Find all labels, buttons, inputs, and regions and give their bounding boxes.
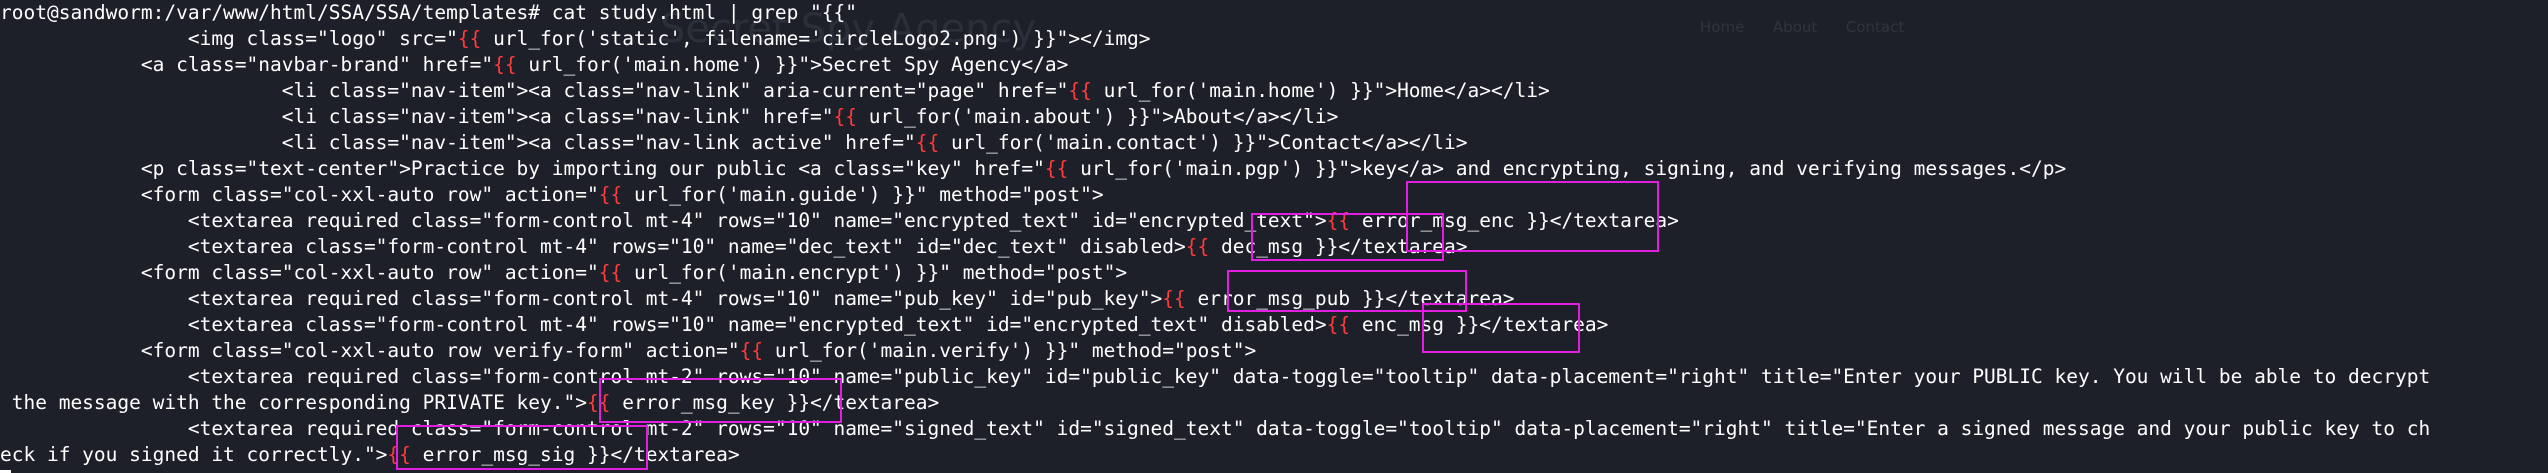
template-brace: {{: [598, 183, 623, 206]
template-brace: {{: [833, 105, 858, 128]
terminal-line: <li class="nav-item"><a class="nav-link"…: [0, 104, 1339, 130]
template-brace: {{: [1068, 79, 1092, 102]
background-nav-home: Home: [1700, 18, 1745, 36]
terminal-text: url_for('main.contact') }}">Contact</a><…: [939, 131, 1468, 154]
terminal-text: <textarea required class="form-control m…: [0, 417, 2431, 440]
terminal-text: <a class="navbar-brand" href=": [0, 53, 494, 76]
terminal-text: url_for('main.pgp') }}">key</a> and encr…: [1068, 157, 2067, 180]
terminal-text: url_for('main.home') }}">Home</a></li>: [1091, 79, 1550, 102]
terminal-text: the message with the corresponding PRIVA…: [0, 391, 587, 414]
terminal-text: <textarea required class="form-control m…: [0, 287, 1163, 310]
terminal-line: <textarea class="form-control mt-4" rows…: [0, 312, 1609, 338]
terminal-text: <p class="text-center">Practice by impor…: [0, 157, 1045, 180]
template-brace: {{: [1185, 235, 1210, 258]
highlight-enc-msg: [1422, 303, 1580, 353]
terminal-text: <img class="logo" src=": [0, 27, 458, 50]
terminal-text: <textarea required class="form-control m…: [0, 365, 2431, 388]
template-brace: {{: [493, 53, 517, 76]
terminal-text: url_for('main.encrypt') }}" method="post…: [622, 261, 1128, 284]
terminal-line: <form class="col-xxl-auto row" action="{…: [0, 182, 1104, 208]
template-brace: {{: [457, 27, 482, 50]
terminal-line: <form class="col-xxl-auto row verify-for…: [0, 338, 1256, 364]
terminal-line: <li class="nav-item"><a class="nav-link …: [0, 130, 1468, 156]
terminal-text: <li class="nav-item"><a class="nav-link …: [0, 131, 916, 154]
template-brace: {{: [598, 261, 623, 284]
terminal-line: <img class="logo" src="{{ url_for('stati…: [0, 26, 1151, 52]
template-brace: {{: [739, 339, 764, 362]
terminal-line: <p class="text-center">Practice by impor…: [0, 156, 2066, 182]
terminal-text: <textarea class="form-control mt-4" rows…: [0, 235, 1186, 258]
terminal-text: <form class="col-xxl-auto row" action=": [0, 261, 599, 284]
terminal-text: <form class="col-xxl-auto row" action=": [0, 183, 599, 206]
terminal-line: <textarea required class="form-control m…: [0, 416, 2430, 442]
terminal-text: url_for('main.verify') }}" method="post"…: [763, 339, 1257, 362]
terminal-line: root@sandworm:/var/www/html/SSA/SSA/temp…: [0, 0, 857, 26]
terminal-text: root@sandworm:/var/www/html/SSA/SSA/temp…: [0, 1, 858, 24]
terminal-line: <textarea required class="form-control m…: [0, 364, 2430, 390]
terminal-text: url_for('main.home') }}">Secret Spy Agen…: [516, 53, 1069, 76]
terminal-line: <li class="nav-item"><a class="nav-link"…: [0, 78, 1550, 104]
template-brace: {{: [1044, 157, 1069, 180]
terminal-text: url_for('main.guide') }}" method="post">: [622, 183, 1104, 206]
highlight-dec-msg: [1251, 213, 1444, 261]
background-nav-about: About: [1772, 18, 1818, 36]
terminal-text: eck if you signed it correctly.">: [0, 443, 388, 466]
terminal-text: <textarea class="form-control mt-4" rows…: [0, 313, 1327, 336]
background-site-nav: Home About Contact: [1700, 18, 1904, 36]
terminal-text: <li class="nav-item"><a class="nav-link"…: [0, 105, 834, 128]
terminal-text: <li class="nav-item"><a class="nav-link"…: [0, 79, 1069, 102]
template-brace: {{: [915, 131, 940, 154]
template-brace: {{: [1326, 313, 1351, 336]
terminal-text: <textarea required class="form-control m…: [0, 209, 1327, 232]
terminal-text: url_for('main.about') }}">About</a></li>: [857, 105, 1339, 128]
terminal-line: <form class="col-xxl-auto row" action="{…: [0, 260, 1127, 286]
template-brace: {{: [1162, 287, 1186, 310]
terminal-window[interactable]: Secret Spy Agency Home About Contact roo…: [0, 0, 2548, 473]
terminal-text: <form class="col-xxl-auto row verify-for…: [0, 339, 740, 362]
terminal-text: url_for('static', filename='circleLogo2.…: [481, 27, 1151, 50]
highlight-error-msg-key: [599, 378, 842, 423]
terminal-cursor-line: [0, 468, 11, 473]
terminal-line: <textarea class="form-control mt-4" rows…: [0, 234, 1468, 260]
background-nav-contact: Contact: [1845, 18, 1905, 36]
highlight-error-msg-sig: [396, 425, 648, 470]
terminal-line: <a class="navbar-brand" href="{{ url_for…: [0, 52, 1068, 78]
